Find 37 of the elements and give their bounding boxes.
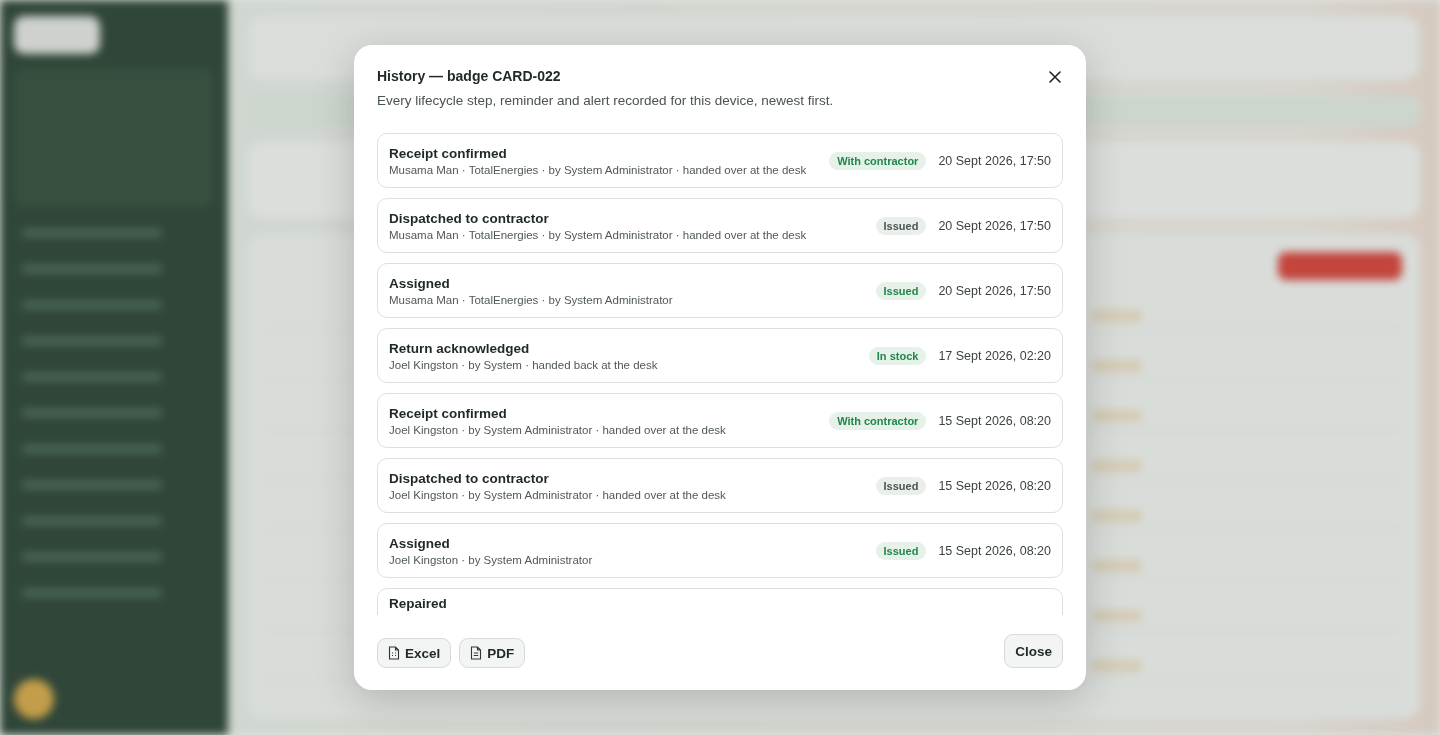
entry-title: Dispatched to contractor [389,210,550,226]
close-button[interactable]: Close [1004,634,1063,668]
document-icon [470,646,483,660]
entry-detail: Joel Kingston · by System · handed back at the desk [389,358,659,371]
entry-timestamp: 20 Sept 2026, 17:50 [938,153,1051,168]
entry-title: Receipt confirmed [389,145,508,161]
spreadsheet-file-icon [388,646,400,660]
entry-title: Repaired [389,596,448,612]
pdf-export-button[interactable]: PDF [459,638,526,668]
entry-title: Return acknowledged [389,340,531,356]
entry-timestamp: 15 Sept 2026, 08:20 [938,478,1051,493]
status-badge: With contractor [829,151,927,170]
close-icon[interactable] [1049,71,1061,83]
dialog-subtitle: Every lifecycle step, reminder and alert recorded for this device, newest first. [377,93,834,108]
dialog-title: History — badge CARD-022 [377,68,562,84]
entry-timestamp: 15 Sept 2026, 08:20 [938,413,1051,428]
status-badge: Issued [875,216,927,235]
status-badge: In stock [868,346,927,365]
entry-title: Assigned [389,275,451,291]
entry-detail: Joel Kingston · by System Administrator · handed over at the desk [389,488,727,501]
status-badge: Issued [875,281,927,300]
entry-detail: Musama Man · TotalEnergies · by System Administrator · handed over at the desk [389,163,808,176]
entry-detail: Musama Man · TotalEnergies · by System Administrator [389,293,674,306]
entry-detail: Musama Man · TotalEnergies · by System Administrator · handed over at the desk [389,228,808,241]
entry-detail: Joel Kingston · by System Administrator · handed over at the desk [389,423,727,436]
entry-timestamp: 17 Sept 2026, 02:20 [938,348,1051,363]
entry-timestamp: 20 Sept 2026, 17:50 [938,218,1051,233]
excel-export-button[interactable]: Excel [377,638,452,668]
entry-title: Dispatched to contractor [389,470,550,486]
entry-title: Receipt confirmed [389,405,508,421]
status-badge: Issued [875,541,927,560]
entry-timestamp: 15 Sept 2026, 08:20 [938,543,1051,558]
entry-title: Assigned [389,535,451,551]
status-badge: Issued [875,476,927,495]
entry-detail: Joel Kingston · by System Administrator [389,553,594,566]
entry-timestamp: 20 Sept 2026, 17:50 [938,283,1051,298]
status-badge: With contractor [829,411,927,430]
